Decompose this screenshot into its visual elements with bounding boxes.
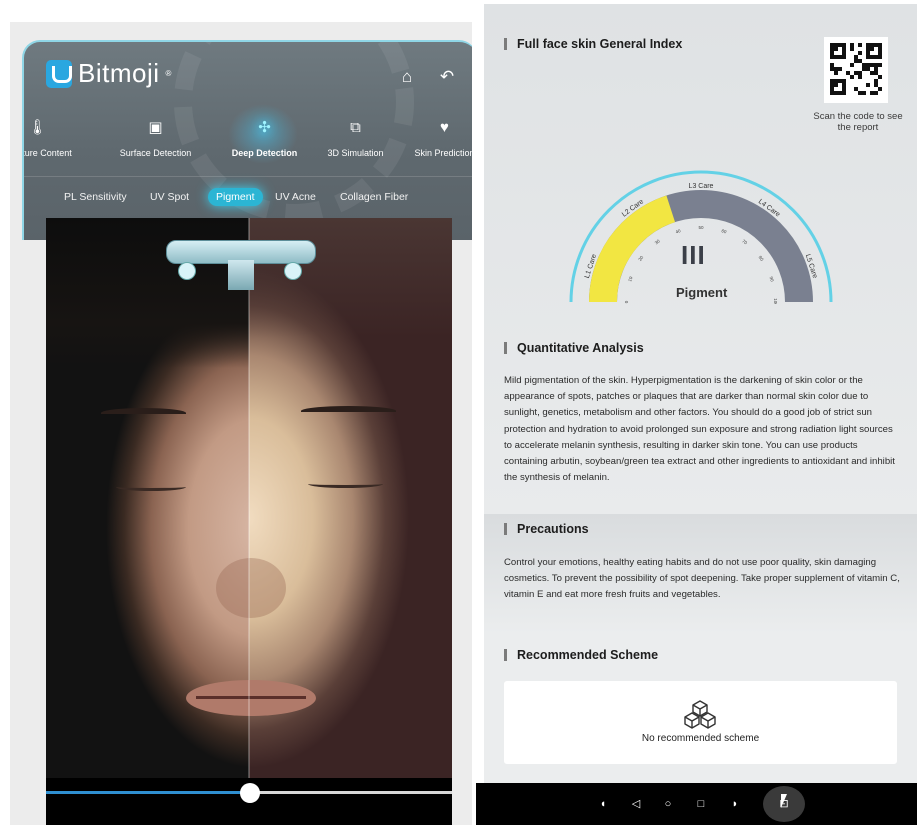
gauge-tick-label: 0 [624,300,629,303]
eyebrow-left [101,408,186,418]
heartbeat-icon: ♥ [440,119,449,136]
home-circle-icon[interactable]: ○ [661,797,675,811]
eyebrow-right [301,406,396,416]
tab-3d-simulation[interactable]: ⧉ 3D Simulation [308,118,403,158]
cubes-icon [684,700,716,729]
tab-moisture-content[interactable]: 🌡 Moisture Content [22,118,85,158]
back-button[interactable]: ↶ [436,66,458,88]
pigment-gauge: L1 CareL2 CareL3 CareL4 CareL5 Care01020… [569,170,833,304]
gauge-tick-label: 40 [675,228,682,234]
eye-right [308,480,383,488]
recommended-empty-state: No recommended scheme [504,681,897,764]
thermometer-icon: 🌡 [27,119,48,136]
brand-name: Bitmoji [78,58,160,88]
volume-down-icon[interactable]: ◖ [596,797,610,811]
gauge-level-label: L3 Care [689,183,714,190]
gauge-tick-label: 90 [769,276,775,283]
general-index-title: Full face skin General Index [504,38,682,50]
comparison-slider-fill [46,791,251,794]
comparison-slider-track[interactable] [251,791,452,794]
gauge-label: Pigment [676,285,728,300]
camera-app-panel: Bitmoji ® ⌂ ↶ 🌡 Moisture Content ▣ Surfac… [10,22,472,825]
report-qr-code [824,37,888,103]
brand-mark-icon [46,59,72,88]
nose [216,558,286,618]
gauge-tick-label: 100 [773,298,778,304]
recents-square-icon[interactable]: □ [694,797,708,811]
3d-icon: ⧉ [350,119,361,136]
tab-label: 3D Simulation [327,148,384,158]
app-header: Bitmoji ® ⌂ ↶ 🌡 Moisture Content ▣ Surfac… [22,40,472,240]
image-trend-icon: ▣ [148,119,163,136]
scanner-device [166,240,316,300]
detection-tabs: 🌡 Moisture Content ▣ Surface Detection ✣… [24,118,472,168]
tab-surface-detection[interactable]: ▣ Surface Detection [108,118,203,158]
quantitative-analysis-text: Mild pigmentation of the skin. Hyperpigm… [504,375,895,484]
tab-label: Moisture Content [22,148,72,158]
volume-up-icon[interactable]: ◗ [728,797,742,811]
subtab-uv-spot[interactable]: UV Spot [150,191,189,203]
empty-state-text: No recommended scheme [641,733,760,744]
home-icon: ⌂ [401,67,413,86]
gauge-tick-label: 10 [627,275,633,282]
subtab-pl-sensitivity[interactable]: PL Sensitivity [64,191,127,203]
gauge-tick-label: 30 [654,238,661,245]
tab-label: Skin Prediction [414,148,472,158]
report-panel: Full face skin General Index Scan the co… [476,4,917,825]
precautions-text: Control your emotions, healthy eating ha… [504,557,900,601]
subtab-pigment[interactable]: Pigment [208,188,263,206]
tab-label: Surface Detection [119,148,192,158]
system-navigation-bar: ◖ ◁ ○ □ ◗ ⊡ [476,783,917,825]
face-comparison-image [46,218,452,778]
gauge-tick-label: 60 [721,228,728,234]
home-button[interactable]: ⌂ [396,66,418,88]
tab-label: Deep Detection [231,148,298,158]
tab-skin-prediction[interactable]: ♥ Skin Prediction [397,118,472,158]
gauge-tick-label: 50 [698,225,704,230]
recommended-scheme-title: Recommended Scheme [504,649,658,661]
comparison-divider [248,218,250,778]
brand-logo: Bitmoji ® [46,58,171,89]
brand-registered: ® [165,69,172,78]
eye-left [116,483,186,491]
mouth [186,680,316,716]
subtab-collagen-fiber[interactable]: Collagen Fiber [340,191,408,203]
back-triangle-icon[interactable]: ◁ [629,797,643,811]
gauge-value: III [681,240,706,270]
gauge-tick-label: 80 [758,255,765,262]
subtab-uv-acne[interactable]: UV Acne [275,191,316,203]
precautions-title: Precautions [504,523,589,535]
detection-subtabs: PL Sensitivity UV Spot Pigment UV Acne C… [24,176,472,220]
tab-deep-detection[interactable]: ✣ Deep Detection [217,118,312,158]
quantitative-analysis-title: Quantitative Analysis [504,342,644,354]
molecule-icon: ✣ [258,119,271,136]
gauge-fill [589,195,676,303]
comparison-slider-knob[interactable] [240,783,260,803]
gauge-tick-label: 70 [741,238,748,245]
mouse-cursor [781,794,787,808]
back-arrow-icon: ↶ [439,67,455,86]
gauge-tick-label: 20 [637,254,644,261]
